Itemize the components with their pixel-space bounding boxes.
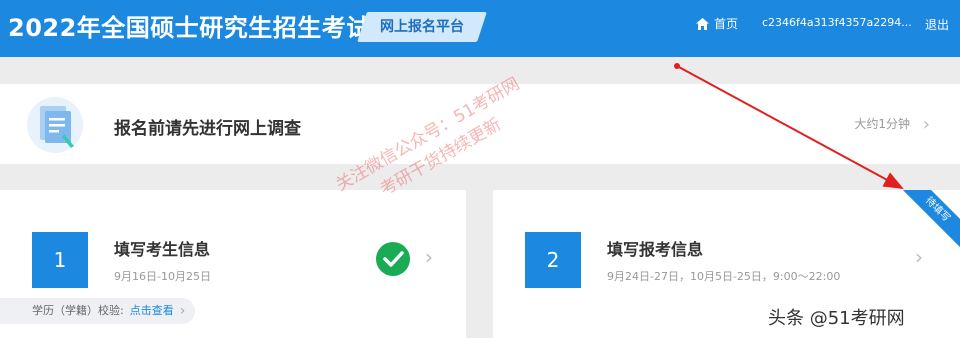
annotation-arrow (674, 63, 904, 189)
source-tag: 头条 @51考研网 (768, 308, 905, 329)
